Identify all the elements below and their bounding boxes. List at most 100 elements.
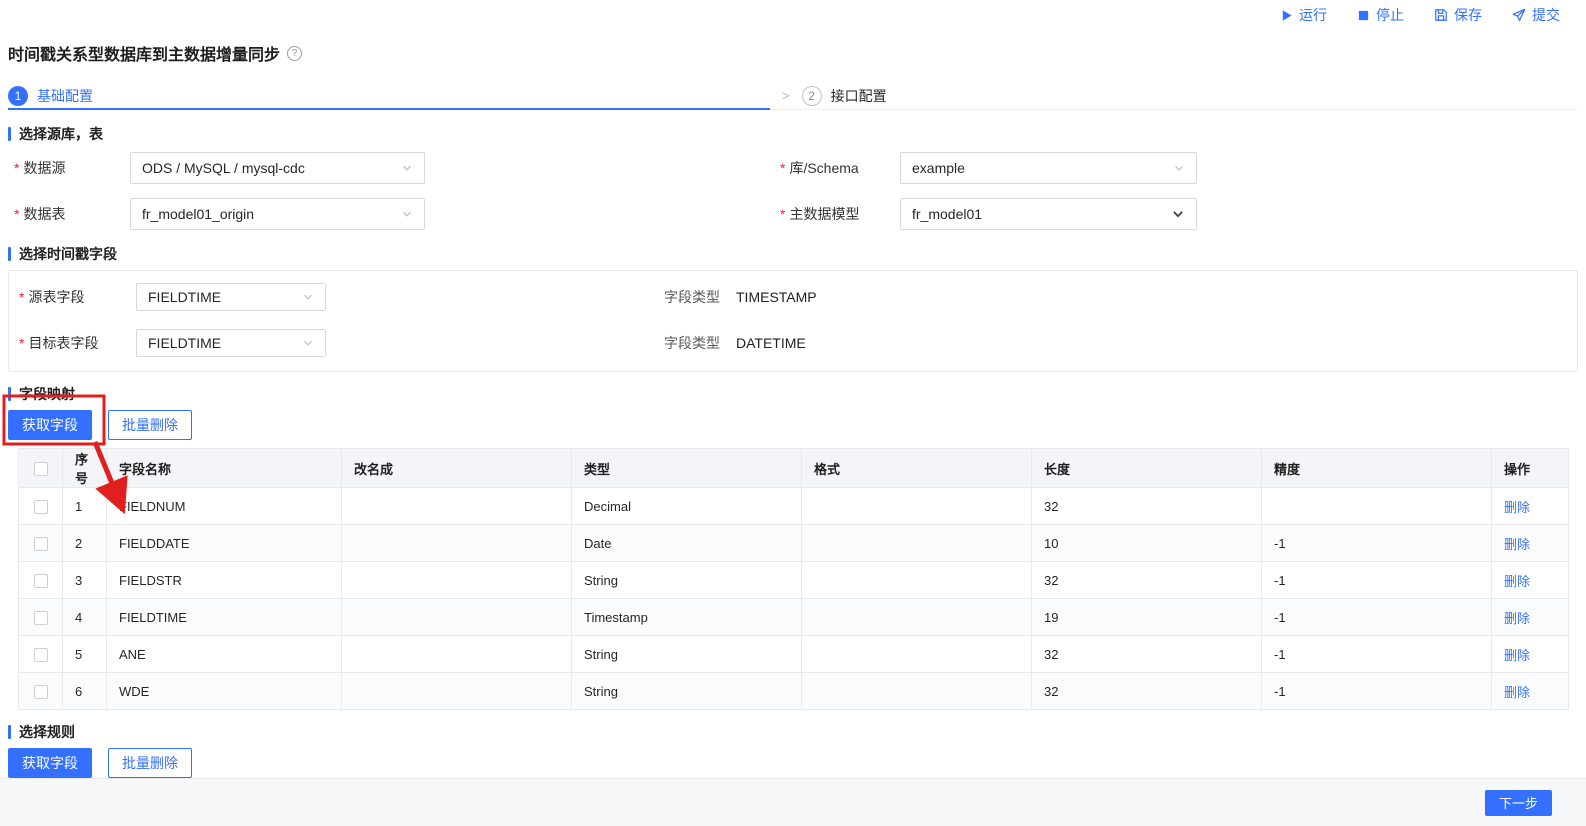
- page: 运行 停止 保存 提交 时间戳关系型数据库到主数据增量同步 ? 1 基础配置 >: [0, 0, 1586, 826]
- row-format[interactable]: [801, 524, 1032, 562]
- row-no: 2: [62, 524, 107, 562]
- page-title: 时间戳关系型数据库到主数据增量同步: [8, 47, 281, 64]
- col-header-field-name: 字段名称: [106, 448, 342, 488]
- step-1-label: 基础配置: [37, 87, 93, 104]
- section-bar: [8, 387, 11, 401]
- table-header-row: 序号 字段名称 改名成 类型 格式 长度 精度 操作: [18, 448, 1569, 488]
- col-header-action: 操作: [1491, 448, 1569, 488]
- get-fields-button[interactable]: 获取字段: [8, 410, 92, 440]
- datasource-select[interactable]: ODS / MySQL / mysql-cdc: [130, 152, 425, 184]
- chevron-down-icon: [1173, 211, 1183, 218]
- submit-icon: [1512, 8, 1526, 22]
- top-toolbar: 运行 停止 保存 提交: [0, 0, 1586, 30]
- form-row-1: * 数据源 ODS / MySQL / mysql-cdc * 库/Schema e…: [8, 152, 1578, 184]
- row-type: String: [571, 635, 802, 673]
- target-field-select[interactable]: FIELDTIME: [136, 329, 326, 357]
- row-rename[interactable]: [341, 561, 572, 599]
- row-rename[interactable]: [341, 635, 572, 673]
- table-row: 5 ANE String 32 -1 删除: [18, 635, 1569, 673]
- source-field-label: * 源表字段: [19, 289, 85, 305]
- schema-label: * 库/Schema: [780, 160, 859, 176]
- next-step-button[interactable]: 下一步: [1484, 789, 1552, 816]
- save-button[interactable]: 保存: [1434, 5, 1482, 25]
- row-length: 32: [1031, 672, 1262, 710]
- target-field-label: * 目标表字段: [19, 335, 99, 351]
- submit-button[interactable]: 提交: [1512, 5, 1560, 25]
- run-button-label: 运行: [1299, 7, 1327, 23]
- section-rules-title: 选择规则: [8, 722, 1578, 742]
- row-format[interactable]: [801, 598, 1032, 636]
- help-icon[interactable]: ?: [287, 45, 303, 61]
- chevron-down-icon: [403, 165, 411, 171]
- row-checkbox[interactable]: [33, 536, 48, 551]
- stop-button[interactable]: 停止: [1357, 5, 1404, 25]
- row-delete-link[interactable]: 删除: [1504, 537, 1530, 552]
- row-precision: -1: [1261, 598, 1492, 636]
- row-checkbox[interactable]: [33, 499, 48, 514]
- row-type: String: [571, 561, 802, 599]
- row-delete-link[interactable]: 删除: [1504, 500, 1530, 515]
- save-button-label: 保存: [1454, 7, 1482, 23]
- row-checkbox[interactable]: [33, 684, 48, 699]
- section-source-title: 选择源库，表: [8, 124, 1578, 144]
- row-no: 6: [62, 672, 107, 710]
- row-no: 5: [62, 635, 107, 673]
- row-precision: [1261, 487, 1492, 525]
- section-timestamp-title: 选择时间戳字段: [8, 244, 1578, 264]
- row-format[interactable]: [801, 672, 1032, 710]
- schema-select[interactable]: example: [900, 152, 1197, 184]
- datatable-label: * 数据表: [14, 206, 66, 222]
- master-model-label: * 主数据模型: [780, 206, 860, 222]
- row-rename[interactable]: [341, 524, 572, 562]
- row-delete-link[interactable]: 删除: [1504, 574, 1530, 589]
- col-header-precision: 精度: [1261, 448, 1492, 488]
- row-checkbox[interactable]: [33, 647, 48, 662]
- col-header-format: 格式: [801, 448, 1032, 488]
- row-length: 19: [1031, 598, 1262, 636]
- row-delete-link[interactable]: 删除: [1504, 611, 1530, 626]
- run-icon: [1282, 9, 1292, 21]
- row-delete-link[interactable]: 删除: [1504, 685, 1530, 700]
- step-2-circle: 2: [801, 85, 822, 106]
- row-checkbox[interactable]: [33, 573, 48, 588]
- row-length: 32: [1031, 487, 1262, 525]
- master-model-select[interactable]: fr_model01: [900, 198, 1197, 230]
- row-rename[interactable]: [341, 672, 572, 710]
- chevron-down-icon: [304, 340, 312, 346]
- row-length: 32: [1031, 561, 1262, 599]
- rules-get-fields-button[interactable]: 获取字段: [8, 748, 92, 778]
- table-row: 1 FIELDNUM Decimal 32 删除: [18, 487, 1569, 525]
- row-field-name: FIELDSTR: [106, 561, 342, 599]
- select-all-checkbox[interactable]: [33, 461, 48, 476]
- title-row: 时间戳关系型数据库到主数据增量同步 ?: [8, 42, 1578, 64]
- row-format[interactable]: [801, 561, 1032, 599]
- form-row-2: * 数据表 fr_model01_origin * 主数据模型 fr_model01: [8, 198, 1578, 230]
- step-interface-config[interactable]: 2 接口配置: [801, 85, 887, 106]
- row-rename[interactable]: [341, 487, 572, 525]
- row-precision: -1: [1261, 635, 1492, 673]
- batch-delete-button[interactable]: 批量删除: [108, 410, 192, 440]
- datatable-select[interactable]: fr_model01_origin: [130, 198, 425, 230]
- row-field-name: FIELDTIME: [106, 598, 342, 636]
- row-rename[interactable]: [341, 598, 572, 636]
- row-delete-link[interactable]: 删除: [1504, 648, 1530, 663]
- step-basic-config[interactable]: 1 基础配置: [8, 85, 778, 106]
- table-row: 2 FIELDDATE Date 10 -1 删除: [18, 524, 1569, 562]
- section-bar: [8, 127, 11, 141]
- source-field-select[interactable]: FIELDTIME: [136, 283, 326, 311]
- run-button[interactable]: 运行: [1280, 5, 1327, 25]
- rules-batch-delete-button[interactable]: 批量删除: [108, 748, 192, 778]
- save-icon: [1435, 9, 1447, 21]
- chevron-down-icon: [304, 294, 312, 300]
- steps-bar: 1 基础配置 > 2 接口配置: [8, 82, 1578, 110]
- row-format[interactable]: [801, 635, 1032, 673]
- chevron-down-icon: [1175, 165, 1183, 171]
- row-checkbox[interactable]: [33, 610, 48, 625]
- source-field-type-label: 字段类型: [664, 289, 720, 305]
- row-format[interactable]: [801, 487, 1032, 525]
- row-field-name: ANE: [106, 635, 342, 673]
- datasource-label: * 数据源: [14, 160, 66, 176]
- submit-button-label: 提交: [1532, 7, 1560, 23]
- row-precision: -1: [1261, 672, 1492, 710]
- row-no: 1: [62, 487, 107, 525]
